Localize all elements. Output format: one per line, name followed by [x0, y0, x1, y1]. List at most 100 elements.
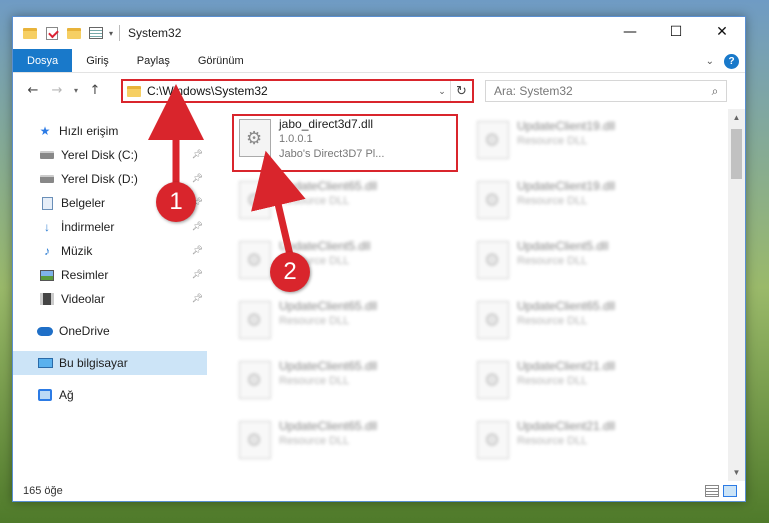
file-item[interactable]: UpdateClient65.dll Resource DLL: [235, 297, 455, 345]
status-bar: 165 öğe: [13, 481, 745, 501]
video-icon: [39, 292, 55, 306]
tab-share[interactable]: Paylaş: [123, 49, 184, 72]
dll-file-icon: [239, 241, 271, 279]
scroll-down-arrow-icon[interactable]: ▼: [728, 464, 745, 481]
sidebar-item-disk-c[interactable]: Yerel Disk (C:) 📌︎: [13, 143, 207, 167]
tiles-view-icon[interactable]: [723, 485, 737, 497]
close-button[interactable]: ✕: [699, 17, 745, 47]
sidebar-item-pictures[interactable]: Resimler 📌︎: [13, 263, 207, 287]
file-highlight-box: [232, 114, 458, 172]
music-icon: ♪: [44, 244, 50, 258]
maximize-button[interactable]: ☐: [653, 17, 699, 47]
download-icon: ↓: [44, 220, 50, 234]
sidebar-item-label: Müzik: [61, 244, 93, 258]
file-type: Resource DLL: [279, 375, 350, 387]
new-folder-icon[interactable]: [65, 24, 83, 42]
recent-locations-chevron-icon[interactable]: ▾: [69, 78, 83, 102]
pin-icon[interactable]: 📌︎: [192, 293, 203, 304]
file-item[interactable]: UpdateClient65.dll Resource DLL: [235, 357, 455, 405]
search-box[interactable]: Ara: System32 ⌕: [485, 80, 727, 102]
pin-icon[interactable]: 📌︎: [192, 245, 203, 256]
forward-button[interactable]: →: [45, 78, 69, 102]
dll-file-icon: [239, 181, 271, 219]
file-item[interactable]: UpdateClient65.dll Resource DLL: [235, 417, 455, 465]
dll-file-icon: [239, 421, 271, 459]
dll-file-icon: [477, 241, 509, 279]
search-placeholder[interactable]: Ara: System32: [494, 84, 704, 98]
minimize-button[interactable]: —: [607, 17, 653, 47]
navigation-bar: ← → ▾ ↑ C:\Windows\System32 ⌄ ↻ Ara: Sys…: [13, 73, 745, 107]
dll-file-icon: [239, 361, 271, 399]
pin-icon[interactable]: 📌︎: [192, 221, 203, 232]
file-type: Resource DLL: [279, 195, 350, 207]
sidebar-item-this-pc[interactable]: Bu bilgisayar: [13, 351, 207, 375]
sidebar-item-quick-access[interactable]: ★ Hızlı erişim: [13, 119, 207, 143]
file-type: Resource DLL: [279, 435, 350, 447]
file-item[interactable]: UpdateClient21.dll Resource DLL: [473, 417, 693, 465]
tab-home[interactable]: Giriş: [72, 49, 123, 72]
file-item[interactable]: UpdateClient19.dll Resource DLL: [473, 117, 693, 165]
sidebar-item-label: Resimler: [61, 268, 109, 282]
tab-file[interactable]: Dosya: [13, 49, 73, 72]
scroll-up-arrow-icon[interactable]: ▲: [728, 109, 745, 126]
address-bar[interactable]: C:\Windows\System32 ⌄ ↻: [121, 79, 474, 103]
sidebar-item-label: İndirmeler: [61, 220, 115, 234]
file-item[interactable]: UpdateClient65.dll Resource DLL: [235, 177, 455, 225]
refresh-button[interactable]: ↻: [450, 81, 472, 101]
customize-toolbar-chevron-icon[interactable]: ▾: [109, 29, 113, 38]
file-type: Resource DLL: [517, 375, 588, 387]
network-icon: [37, 388, 53, 402]
dll-file-icon: [477, 301, 509, 339]
disk-icon: [39, 172, 55, 186]
folder-icon[interactable]: [21, 24, 39, 42]
sidebar-item-network[interactable]: Ağ: [13, 383, 207, 407]
file-item[interactable]: UpdateClient21.dll Resource DLL: [473, 357, 693, 405]
up-button[interactable]: ↑: [83, 78, 107, 102]
file-item[interactable]: UpdateClient19.dll Resource DLL: [473, 177, 693, 225]
view-toggle: [705, 485, 737, 497]
step-2-badge: 2: [270, 252, 310, 292]
pictures-icon: [39, 268, 55, 282]
address-folder-icon: [127, 85, 141, 97]
file-name: UpdateClient65.dll: [279, 359, 378, 373]
address-dropdown-chevron-icon[interactable]: ⌄: [434, 86, 450, 97]
file-name: UpdateClient21.dll: [517, 359, 616, 373]
properties-check-icon[interactable]: [43, 24, 61, 42]
ribbon-tabs: Dosya Giriş Paylaş Görünüm ⌄ ?: [13, 49, 745, 73]
file-type: Resource DLL: [279, 315, 350, 327]
file-item[interactable]: UpdateClient65.dll Resource DLL: [473, 297, 693, 345]
file-name: UpdateClient65.dll: [279, 179, 378, 193]
pin-icon[interactable]: 📌︎: [192, 173, 203, 184]
sidebar-item-onedrive[interactable]: OneDrive: [13, 319, 207, 343]
star-icon: ★: [39, 124, 51, 138]
pin-icon[interactable]: 📌︎: [192, 269, 203, 280]
file-item[interactable]: UpdateClient5.dllResource DLL: [473, 237, 693, 285]
sidebar-item-label: Hızlı erişim: [59, 124, 119, 138]
address-path[interactable]: C:\Windows\System32: [147, 84, 434, 98]
vertical-scrollbar[interactable]: ▲ ▼: [728, 109, 745, 481]
computer-icon: [37, 356, 53, 370]
file-name: UpdateClient19.dll: [517, 179, 616, 193]
file-name: UpdateClient5.dll: [517, 239, 609, 253]
pin-icon[interactable]: 📌︎: [192, 149, 203, 160]
file-item[interactable]: UpdateClient5.dllResource DLL: [235, 237, 455, 285]
back-button[interactable]: ←: [21, 78, 45, 102]
window-controls: — ☐ ✕: [607, 17, 745, 47]
file-type: Resource DLL: [517, 435, 588, 447]
properties-icon[interactable]: [87, 24, 105, 42]
disk-icon: [39, 148, 55, 162]
help-icon[interactable]: ?: [724, 53, 739, 69]
dll-file-icon: [477, 121, 509, 159]
sidebar-item-music[interactable]: ♪ Müzik 📌︎: [13, 239, 207, 263]
expand-ribbon-chevron-icon[interactable]: ⌄: [706, 56, 714, 67]
sidebar-item-videos[interactable]: Videolar 📌︎: [13, 287, 207, 311]
scrollbar-thumb[interactable]: [731, 129, 742, 179]
details-view-icon[interactable]: [705, 485, 719, 497]
document-icon: [39, 196, 55, 210]
file-name: UpdateClient65.dll: [279, 299, 378, 313]
tab-view[interactable]: Görünüm: [184, 49, 258, 72]
sidebar-item-label: Bu bilgisayar: [59, 356, 128, 370]
file-type: Resource DLL: [517, 135, 588, 147]
